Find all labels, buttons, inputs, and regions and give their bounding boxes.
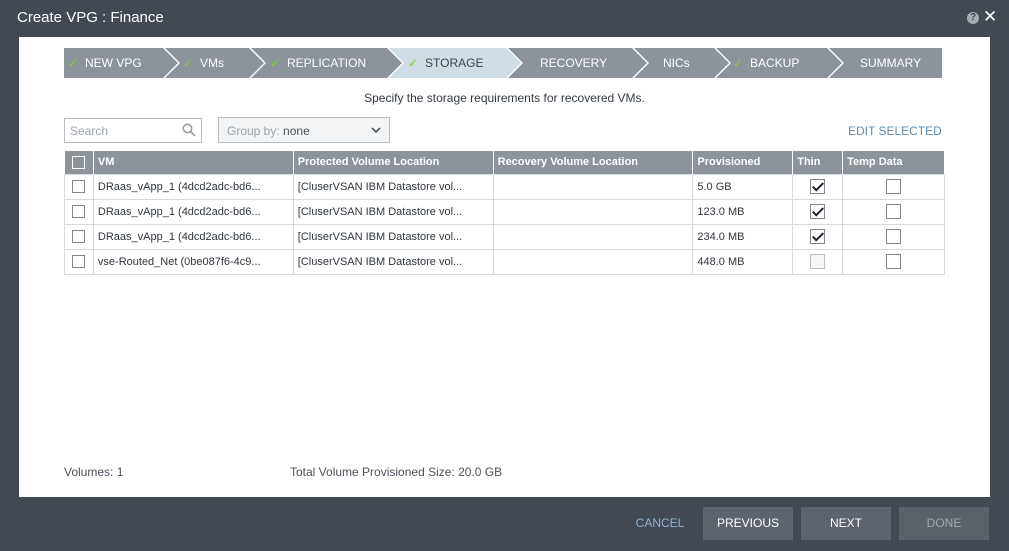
- check-icon: ✓: [183, 56, 194, 70]
- help-icon[interactable]: ?: [967, 12, 979, 24]
- row-select-checkbox[interactable]: [72, 180, 86, 193]
- thin-checkbox[interactable]: [810, 254, 826, 269]
- row-select-cell: [64, 248, 94, 275]
- provisioned-cell: 5.0 GB: [692, 173, 794, 200]
- total-provisioned-size: Total Volume Provisioned Size: 20.0 GB: [290, 465, 503, 479]
- instruction-text: Specify the storage requirements for rec…: [364, 91, 645, 105]
- row-select-cell: [64, 223, 94, 250]
- thin-cell: [792, 248, 844, 275]
- temp-data-cell: [842, 248, 945, 275]
- column-header-thin[interactable]: Thin: [792, 151, 844, 174]
- wizard-step-label: NEW VPG: [85, 56, 142, 70]
- group-by-label: Group by:: [227, 124, 280, 138]
- wizard-step-label: BACKUP: [750, 56, 800, 70]
- thin-cell: [792, 198, 844, 225]
- temp-data-checkbox[interactable]: [886, 204, 902, 219]
- thin-checkbox[interactable]: [810, 204, 826, 219]
- thin-checkbox[interactable]: [810, 229, 826, 244]
- column-header-protected[interactable]: Protected Volume Location: [293, 151, 494, 174]
- dialog-panel: ✓ NEW VPG ✓ VMs ✓ REPLICATION ✓ STORAGE …: [19, 37, 990, 497]
- wizard-step-label: NICs: [663, 56, 690, 70]
- select-all-cell: [64, 151, 94, 174]
- chevron-down-icon: [371, 127, 381, 134]
- volumes-table: VM Protected Volume Location Recovery Vo…: [64, 151, 945, 275]
- row-select-cell: [64, 198, 94, 225]
- table-row[interactable]: DRaas_vApp_1 (4dcd2adc-bd6... [CluserVSAN…: [64, 198, 945, 225]
- check-icon: ✓: [68, 56, 79, 70]
- row-select-checkbox[interactable]: [72, 205, 86, 218]
- thin-cell: [792, 173, 844, 200]
- recovery-location-cell[interactable]: [492, 198, 694, 225]
- vm-cell: DRaas_vApp_1 (4dcd2adc-bd6...: [92, 173, 294, 200]
- next-button[interactable]: NEXT: [801, 507, 891, 540]
- table-header-row: VM Protected Volume Location Recovery Vo…: [64, 151, 945, 174]
- wizard-step-storage[interactable]: ✓ STORAGE: [389, 48, 523, 78]
- select-all-checkbox[interactable]: [72, 155, 86, 169]
- table-row[interactable]: DRaas_vApp_1 (4dcd2adc-bd6... [CluserVSAN…: [64, 173, 945, 200]
- check-icon: ✓: [408, 56, 419, 70]
- search-icon[interactable]: [182, 123, 196, 137]
- wizard-step-replication[interactable]: ✓ REPLICATION: [251, 48, 404, 78]
- provisioned-cell: 234.0 MB: [692, 223, 794, 250]
- check-icon: ✓: [270, 56, 281, 70]
- temp-data-cell: [842, 223, 945, 250]
- vm-cell: DRaas_vApp_1 (4dcd2adc-bd6...: [92, 223, 294, 250]
- protected-location-cell: [CluserVSAN IBM Datastore vol...: [292, 198, 494, 225]
- wizard-step-label: SUMMARY: [860, 56, 922, 70]
- wizard-step-backup[interactable]: ✓ BACKUP: [716, 48, 844, 78]
- cancel-button[interactable]: CANCEL: [630, 507, 690, 540]
- column-header-vm[interactable]: VM: [93, 151, 294, 174]
- protected-location-cell: [CluserVSAN IBM Datastore vol...: [292, 248, 494, 275]
- wizard-steps: ✓ NEW VPG ✓ VMs ✓ REPLICATION ✓ STORAGE …: [64, 48, 942, 78]
- search-input[interactable]: Search: [64, 118, 202, 143]
- wizard-step-recovery[interactable]: RECOVERY: [508, 48, 649, 78]
- previous-button[interactable]: PREVIOUS: [703, 507, 793, 540]
- table-row[interactable]: DRaas_vApp_1 (4dcd2adc-bd6... [CluserVSAN…: [64, 223, 945, 250]
- button-bar: CANCEL PREVIOUS NEXT DONE: [0, 497, 1009, 551]
- row-select-checkbox[interactable]: [72, 230, 86, 243]
- protected-location-cell: [CluserVSAN IBM Datastore vol...: [292, 173, 494, 200]
- search-placeholder: Search: [70, 124, 109, 138]
- vm-cell: DRaas_vApp_1 (4dcd2adc-bd6...: [92, 198, 294, 225]
- table-row[interactable]: vse-Routed_Net (0be087f6-4c9... [CluserVS…: [64, 248, 945, 275]
- wizard-step-new-vpg[interactable]: ✓ NEW VPG: [64, 48, 180, 78]
- thin-cell: [792, 223, 844, 250]
- column-header-provisioned[interactable]: Provisioned: [692, 151, 794, 174]
- thin-checkbox[interactable]: [810, 179, 826, 194]
- protected-location-cell: [CluserVSAN IBM Datastore vol...: [292, 223, 494, 250]
- group-by-select[interactable]: Group by: none: [218, 117, 390, 143]
- temp-data-cell: [842, 173, 945, 200]
- check-icon: ✓: [733, 56, 744, 70]
- recovery-location-cell[interactable]: [492, 173, 694, 200]
- temp-data-checkbox[interactable]: [886, 254, 902, 269]
- row-select-checkbox[interactable]: [72, 255, 86, 268]
- wizard-step-label: RECOVERY: [540, 56, 608, 70]
- provisioned-cell: 123.0 MB: [692, 198, 794, 225]
- recovery-location-cell[interactable]: [492, 223, 694, 250]
- window-title: Create VPG : Finance: [17, 9, 164, 26]
- close-icon[interactable]: ✕: [983, 8, 997, 26]
- volumes-count: Volumes: 1: [64, 465, 124, 479]
- column-header-recovery[interactable]: Recovery Volume Location: [493, 151, 694, 174]
- vm-cell: vse-Routed_Net (0be087f6-4c9...: [92, 248, 294, 275]
- wizard-step-summary[interactable]: SUMMARY: [829, 48, 942, 78]
- recovery-location-cell[interactable]: [492, 248, 694, 275]
- edit-selected-link[interactable]: EDIT SELECTED: [848, 124, 942, 138]
- temp-data-checkbox[interactable]: [886, 229, 902, 244]
- done-button[interactable]: DONE: [899, 507, 989, 540]
- provisioned-cell: 448.0 MB: [692, 248, 794, 275]
- wizard-step-label: REPLICATION: [287, 56, 367, 70]
- group-by-value: none: [283, 124, 310, 138]
- row-select-cell: [64, 173, 94, 200]
- column-header-temp-data[interactable]: Temp Data: [842, 151, 945, 174]
- temp-data-checkbox[interactable]: [886, 179, 902, 194]
- temp-data-cell: [842, 198, 945, 225]
- window-titlebar: Create VPG : Finance ? ✕: [0, 0, 1009, 37]
- wizard-step-label: STORAGE: [425, 56, 484, 70]
- wizard-step-label: VMs: [200, 56, 224, 70]
